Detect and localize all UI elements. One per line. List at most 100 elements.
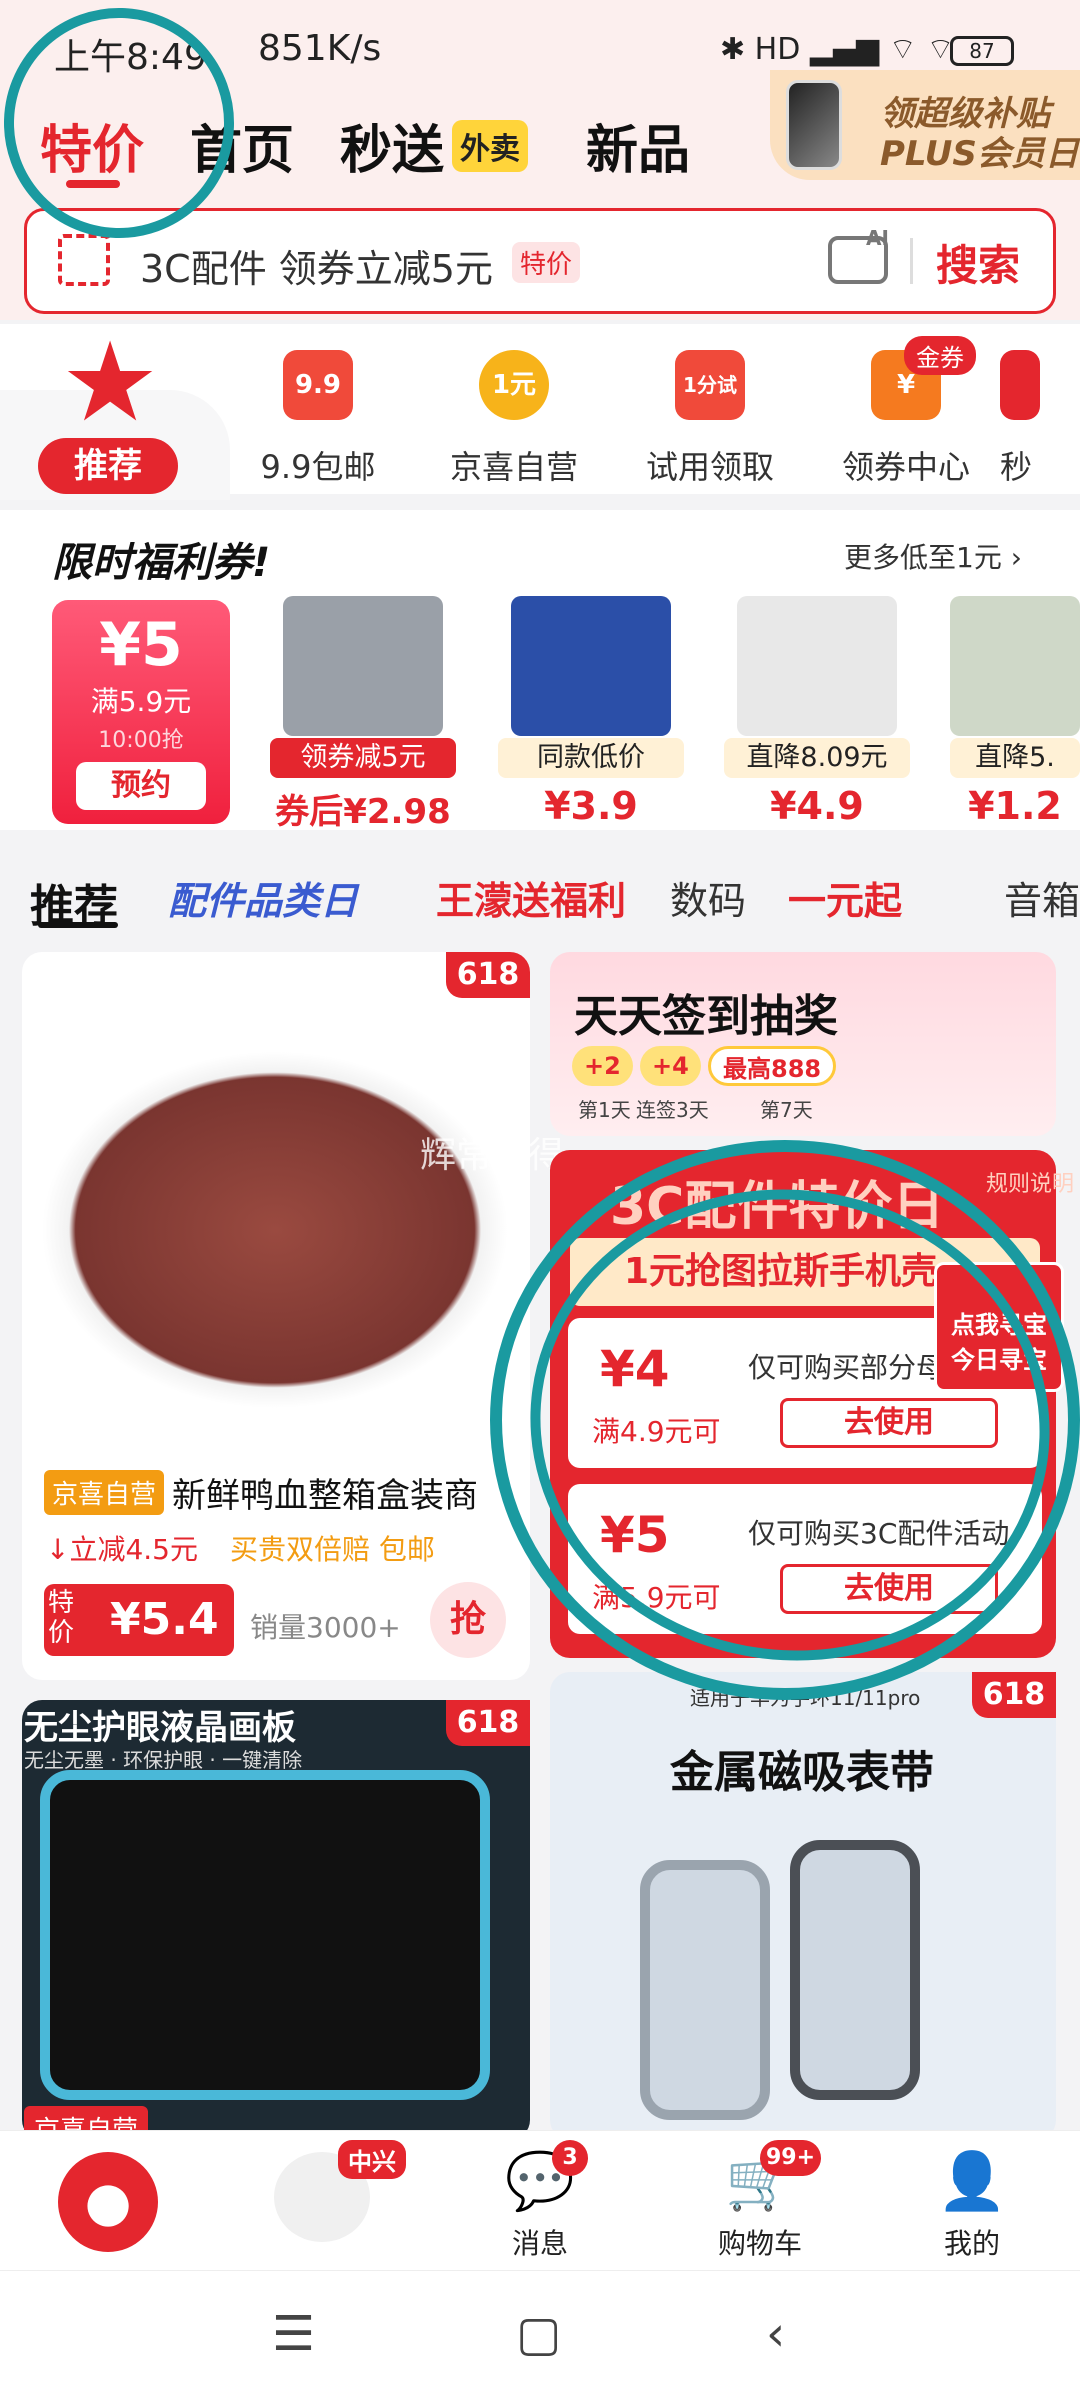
sign-day-label: 第7天 — [760, 1098, 813, 1122]
product-tag: 同款低价 — [498, 738, 684, 778]
message-count-badge: 3 — [552, 2140, 588, 2176]
product-tag: 直降5. — [950, 738, 1080, 778]
coupon-condition: 满5.9元 — [90, 685, 192, 718]
welfare-more-link[interactable]: 更多低至1元 › — [844, 536, 1022, 576]
rules-link[interactable]: 规则说明 — [986, 1166, 1074, 1198]
nav-me[interactable]: 👤 我的 — [902, 2150, 1042, 2262]
home-icon[interactable]: ▢ — [516, 2306, 561, 2362]
search-button[interactable]: 搜索 — [936, 232, 1020, 293]
sign-day-label: 第1天 — [578, 1098, 631, 1122]
category-label: 9.9包邮 — [260, 448, 376, 486]
partial-category-icon — [1000, 350, 1040, 420]
sign-day-label: 连签3天 — [636, 1098, 709, 1122]
badge-618: 618 — [972, 1672, 1056, 1718]
category-item-jingxi[interactable]: 1元 京喜自营 — [424, 350, 604, 488]
product-tag: 直降8.09元 — [724, 738, 910, 778]
user-icon: 👤 — [937, 2149, 1007, 2214]
category-label: 试用领取 — [645, 448, 774, 486]
nav-messages[interactable]: 💬 消息 — [470, 2150, 610, 2262]
tab-miaosong[interactable]: 秒送 — [340, 108, 444, 183]
product-price: ¥1.2 — [968, 784, 1062, 828]
product-tag: 领券减5元 — [270, 738, 456, 778]
status-icons: ✱ HD ▂▄▆ ⌔ ⌔ — [720, 32, 955, 67]
welfare-coupon[interactable]: ¥5 满5.9元 10:00抢 预约 — [52, 600, 230, 824]
nav-label: 消息 — [511, 2227, 568, 2260]
product-price: ¥4.9 — [770, 784, 864, 828]
category-item-partial[interactable]: 秒 — [1000, 350, 1080, 488]
cart-count-badge: 99+ — [760, 2140, 822, 2176]
back-icon[interactable]: ‹ — [766, 2306, 785, 2362]
battery-product-image — [511, 596, 671, 736]
reward-chip: +2 — [572, 1046, 633, 1086]
plus-banner-line2: PLUS会员日 — [880, 134, 1079, 174]
one-yuan-icon: 1元 — [479, 350, 549, 420]
category-label: 京喜自营 — [449, 448, 578, 486]
store-badge: 京喜自营 — [44, 1470, 165, 1515]
category-label: 领券中心 — [841, 448, 970, 486]
category-item-trial[interactable]: 1分试 试用领取 — [620, 350, 800, 488]
product-subtitle: 无尘无墨 · 环保护眼 · 一键清除 — [24, 1748, 303, 1772]
product-price: ¥3.9 — [544, 784, 638, 828]
product-guarantee: 买贵双倍赔 包邮 — [230, 1533, 435, 1566]
category-item-9-9[interactable]: 9.9 9.9包邮 — [228, 350, 408, 488]
gold-coupon-badge: 金券 — [904, 336, 976, 375]
watch-image — [640, 1860, 770, 2120]
sign-in-title: 天天签到抽奖 — [574, 991, 838, 1042]
welfare-product[interactable]: 直降8.09元 ¥4.9 — [722, 596, 912, 828]
search-divider — [910, 238, 913, 284]
jd-mascot-icon[interactable]: ● — [58, 2152, 158, 2252]
drawing-pad-image — [40, 1770, 490, 2100]
tab-new-products[interactable]: 新品 — [586, 108, 690, 183]
coupon-time: 10:00抢 — [98, 728, 184, 753]
watermark: 辉常买得 — [420, 1135, 565, 1176]
camera-ai-label: AI — [866, 226, 889, 250]
reward-chip: 最高888 — [708, 1046, 837, 1086]
scan-icon[interactable] — [58, 234, 110, 286]
feed-tab-one-yuan[interactable]: 一元起 — [788, 870, 902, 925]
status-network-speed: 851K/s — [258, 28, 382, 69]
product-title: 无尘护眼液晶画板 — [24, 1708, 296, 1748]
badge-618: 618 — [446, 952, 530, 998]
product-price: 券后¥2.98 — [275, 792, 451, 832]
category-label: 秒 — [1000, 448, 1033, 486]
reserve-button[interactable]: 预约 — [76, 762, 206, 810]
category-recommend[interactable]: 推荐 — [38, 438, 178, 494]
feed-tab-digital[interactable]: 数码 — [670, 870, 746, 925]
feed-tab-accessories[interactable]: 配件品类日 — [168, 870, 358, 925]
watch-image — [790, 1840, 920, 2100]
nav-label: 购物车 — [717, 2227, 802, 2260]
nine-nine-icon: 9.9 — [283, 350, 353, 420]
waimai-badge: 外卖 — [452, 120, 528, 172]
menu-icon[interactable]: ☰ — [272, 2306, 315, 2362]
feed-tab-wangmeng[interactable]: 王濛送福利 — [436, 870, 626, 925]
search-tejia-badge: 特价 — [512, 242, 581, 283]
welfare-title: 限时福利券! — [52, 540, 271, 586]
steel-wool-image — [283, 596, 443, 736]
product-title: 金属磁吸表带 — [670, 1747, 934, 1798]
welfare-product[interactable]: 领券减5元 券后¥2.98 — [268, 596, 458, 833]
welfare-product[interactable]: 同款低价 ¥3.9 — [496, 596, 686, 828]
router-brand-badge: 中兴 — [338, 2140, 406, 2179]
trial-bag-icon: 1分试 — [675, 350, 745, 420]
coupon-amount: ¥5 — [99, 610, 183, 680]
battery-icon: 87 — [950, 36, 1014, 66]
tejia-label: 特价 — [48, 1588, 75, 1648]
feed-tab-indicator — [38, 922, 118, 928]
charger-image — [737, 596, 897, 736]
feed-tab-speaker[interactable]: 音箱 — [1004, 870, 1080, 925]
message-icon: 💬 — [505, 2149, 575, 2214]
product-price: ¥5.4 — [110, 1594, 219, 1645]
phone-product-icon — [786, 80, 842, 170]
reward-chip: +4 — [640, 1046, 701, 1086]
badge-618: 618 — [446, 1700, 530, 1746]
nav-label: 我的 — [943, 2227, 1000, 2260]
product-title: 新鲜鸭血整箱盒装商 — [172, 1476, 478, 1516]
duck-blood-image — [40, 1050, 510, 1410]
product-discount: ↓立减4.5元 — [46, 1533, 198, 1566]
sales-count: 销量3000+ — [250, 1611, 401, 1644]
screwdriver-set-image — [950, 596, 1080, 736]
welfare-product[interactable]: 直降5. ¥1.2 — [950, 596, 1080, 828]
search-placeholder: 3C配件 领券立减5元 — [140, 247, 493, 291]
grab-button[interactable]: 抢 — [430, 1582, 506, 1658]
star-icon: ★ — [60, 318, 160, 446]
